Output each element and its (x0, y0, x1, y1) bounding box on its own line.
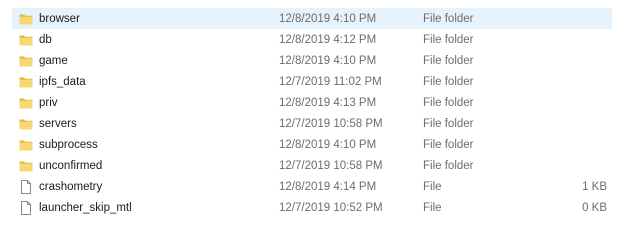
file-name[interactable]: game (39, 51, 68, 72)
file-type: File folder (423, 139, 474, 151)
file-row-priv[interactable]: priv 12/8/2019 4:13 PM File folder (12, 92, 612, 113)
file-name[interactable]: subprocess (39, 135, 98, 156)
file-date-modified: 12/8/2019 4:10 PM (279, 13, 377, 25)
file-icon (19, 201, 33, 215)
file-type: File folder (423, 34, 474, 46)
file-type: File folder (423, 55, 474, 67)
file-name[interactable]: crashometry (39, 177, 102, 198)
file-row-ipfs-data[interactable]: ipfs_data 12/7/2019 11:02 PM File folder (12, 71, 612, 92)
file-type: File folder (423, 160, 474, 172)
folder-icon (19, 96, 33, 110)
folder-icon (19, 75, 33, 89)
file-date-modified: 12/7/2019 10:58 PM (279, 160, 383, 172)
file-date-modified: 12/7/2019 11:02 PM (279, 76, 382, 88)
folder-icon (19, 159, 33, 173)
file-row-browser[interactable]: browser 12/8/2019 4:10 PM File folder (12, 8, 612, 29)
file-type: File folder (423, 76, 474, 88)
folder-icon (19, 138, 33, 152)
file-name[interactable]: unconfirmed (39, 156, 102, 177)
folder-icon (19, 12, 33, 26)
file-date-modified: 12/7/2019 10:58 PM (279, 118, 383, 130)
file-type: File folder (423, 13, 474, 25)
file-date-modified: 12/8/2019 4:10 PM (279, 139, 377, 151)
file-row-launcher-skip-mtl[interactable]: launcher_skip_mtl 12/7/2019 10:52 PM File 0… (12, 197, 612, 218)
file-name[interactable]: priv (39, 93, 58, 114)
file-row-db[interactable]: db 12/8/2019 4:12 PM File folder (12, 29, 612, 50)
file-size: 1 KB (582, 181, 607, 193)
file-type: File folder (423, 97, 474, 109)
file-date-modified: 12/8/2019 4:10 PM (279, 55, 377, 67)
file-name[interactable]: servers (39, 114, 77, 135)
file-name[interactable]: ipfs_data (39, 72, 86, 93)
file-list: browser 12/8/2019 4:10 PM File folder db 12/… (12, 8, 612, 218)
file-row-subprocess[interactable]: subprocess 12/8/2019 4:10 PM File folder (12, 134, 612, 155)
file-name[interactable]: launcher_skip_mtl (39, 198, 132, 219)
file-row-servers[interactable]: servers 12/7/2019 10:58 PM File folder (12, 113, 612, 134)
file-icon (19, 180, 33, 194)
file-type: File (423, 202, 442, 214)
file-row-game[interactable]: game 12/8/2019 4:10 PM File folder (12, 50, 612, 71)
file-name[interactable]: browser (39, 9, 80, 30)
file-date-modified: 12/8/2019 4:13 PM (279, 97, 377, 109)
file-date-modified: 12/8/2019 4:14 PM (279, 181, 377, 193)
file-date-modified: 12/8/2019 4:12 PM (279, 34, 377, 46)
folder-icon (19, 117, 33, 131)
folder-icon (19, 33, 33, 47)
file-size: 0 KB (582, 202, 607, 214)
file-row-crashometry[interactable]: crashometry 12/8/2019 4:14 PM File 1 KB (12, 176, 612, 197)
folder-icon (19, 54, 33, 68)
file-date-modified: 12/7/2019 10:52 PM (279, 202, 383, 214)
file-type: File (423, 181, 442, 193)
file-row-unconfirmed[interactable]: unconfirmed 12/7/2019 10:58 PM File folder (12, 155, 612, 176)
file-name[interactable]: db (39, 30, 52, 51)
file-type: File folder (423, 118, 474, 130)
